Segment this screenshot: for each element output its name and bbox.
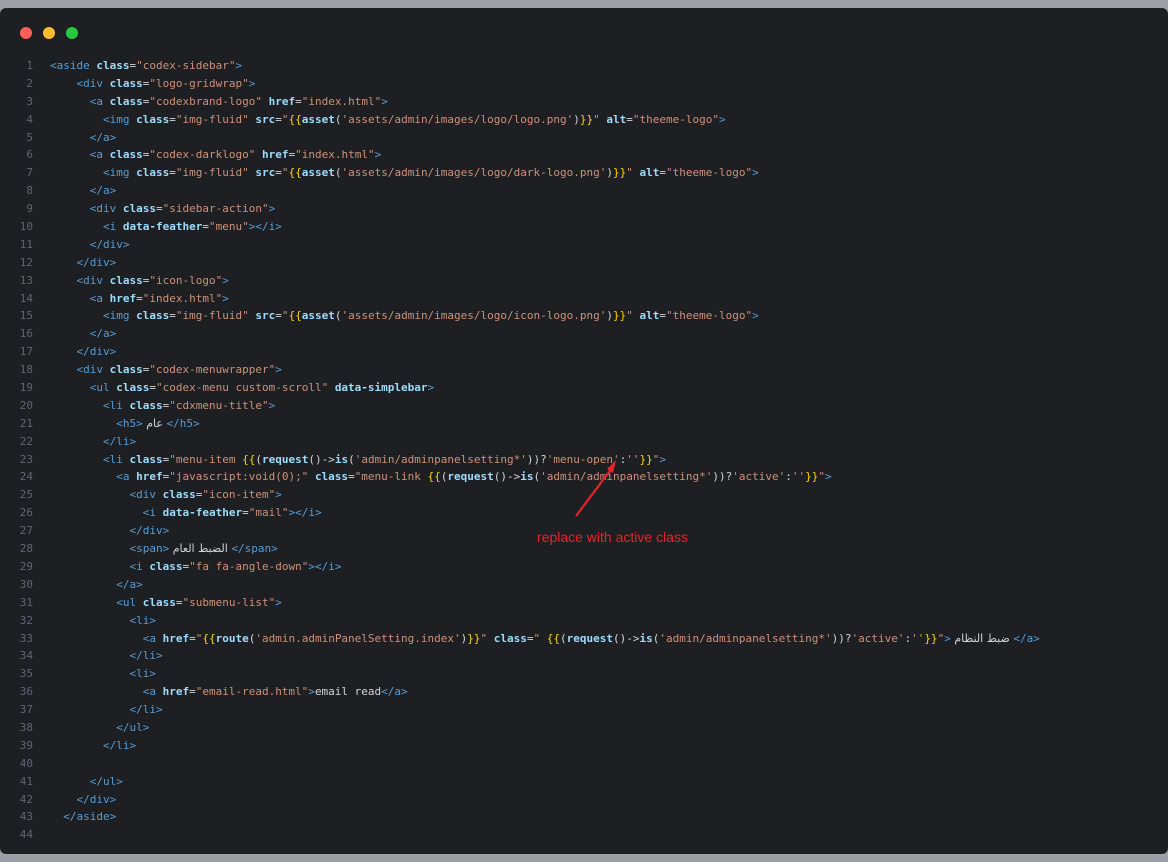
annotation-arrow-icon [575, 460, 616, 517]
code-editor-window: 1 <aside class="codex-sidebar"> 2 <div cla… [0, 8, 1168, 854]
annotation-label: replace with active class [537, 529, 688, 545]
